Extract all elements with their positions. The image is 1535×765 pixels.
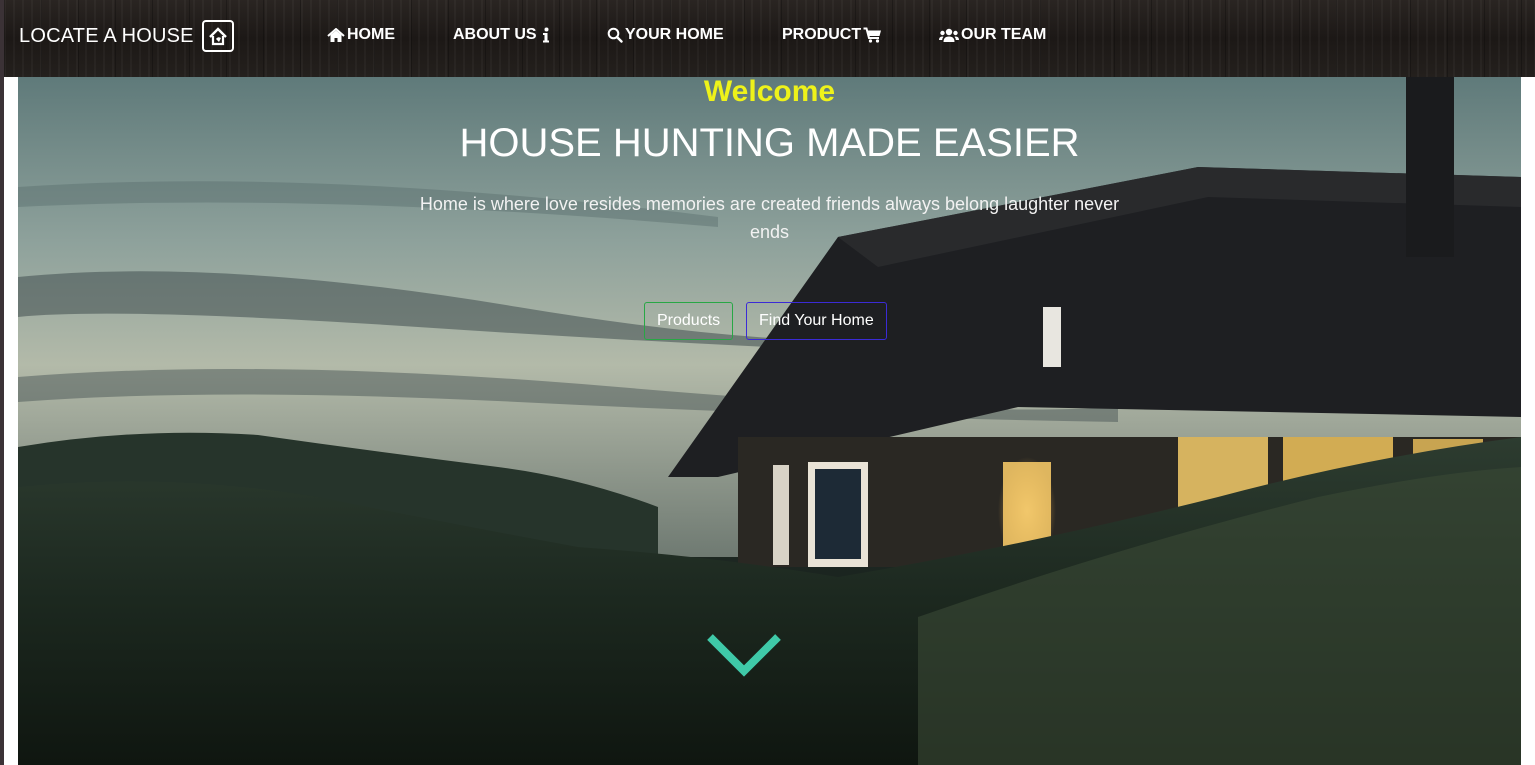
nav-item-team[interactable]: OUR TEAM [939,24,1046,46]
nav-item-product[interactable]: PRODUCT [782,24,882,46]
navbar: LOCATE A HOUSE HOME ABOUT US YOUR HOME P… [4,0,1535,77]
brand-link[interactable]: LOCATE A HOUSE [19,18,234,54]
hero-section: Welcome HOUSE HUNTING MADE EASIER Home i… [18,77,1521,765]
products-button[interactable]: Products [644,302,733,340]
nav-label: OUR TEAM [961,26,1047,43]
nav-label: ABOUT US [453,26,537,43]
nav-label: YOUR HOME [625,26,724,43]
hero-tagline: Home is where love resides memories are … [419,194,1120,242]
page: LOCATE A HOUSE HOME ABOUT US YOUR HOME P… [0,0,1535,765]
house-logo-icon [201,20,234,52]
window-edge [0,0,4,765]
home-icon [327,27,345,43]
nav-item-home[interactable]: HOME [327,24,395,46]
nav-item-your-home[interactable]: YOUR HOME [607,24,724,46]
search-icon [607,27,623,43]
cart-icon [863,27,882,43]
brand-text: LOCATE A HOUSE [19,24,194,47]
nav-item-about[interactable]: ABOUT US [453,24,550,46]
nav-label: HOME [347,26,395,43]
info-icon [542,27,550,43]
find-your-home-button[interactable]: Find Your Home [746,302,887,340]
hero-headline: HOUSE HUNTING MADE EASIER [459,121,1080,165]
users-icon [939,28,959,43]
welcome-heading: Welcome [703,77,836,108]
chevron-down-icon[interactable] [706,633,782,679]
nav-label: PRODUCT [782,26,862,43]
